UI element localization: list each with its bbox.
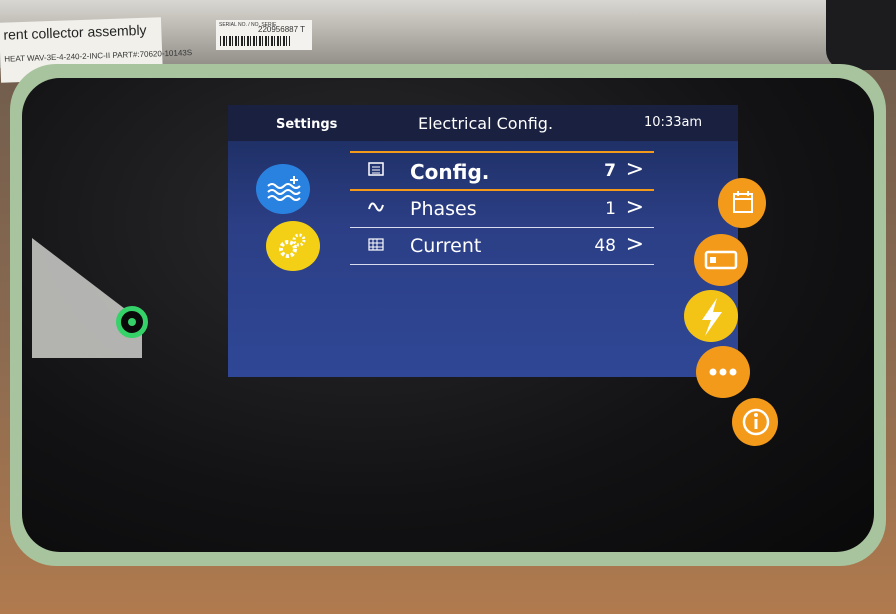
lightning-bolt-icon [702, 298, 722, 336]
chevron-right-icon: > [625, 157, 644, 182]
current-value: 48 [594, 236, 616, 256]
config-label: Config. [410, 160, 490, 184]
serial-tag: SERIAL NO. / NO. SERIE 220956887 T [216, 20, 312, 50]
info-icon [742, 408, 770, 436]
config-list-icon [368, 162, 384, 176]
power-button[interactable] [116, 306, 148, 338]
calendar-button[interactable] [718, 178, 766, 228]
chevron-right-icon: > [625, 195, 644, 220]
page-title: Electrical Config. [418, 114, 554, 133]
config-value: 7 [604, 161, 616, 181]
settings-gear-button[interactable] [266, 221, 320, 271]
display-screen: Settings Electrical Config. 10:33am Conf… [228, 105, 738, 377]
phases-label: Phases [410, 198, 477, 220]
gear-icon [279, 233, 306, 258]
list-item-phases[interactable]: Phases 1 > [350, 191, 654, 228]
battery-icon [704, 250, 738, 270]
settings-list: Config. 7 > Phases 1 > Current 48 > [350, 151, 654, 265]
power-indicator-icon [128, 318, 136, 326]
electrical-button[interactable] [684, 290, 738, 342]
serial-number: 220956887 T [258, 25, 306, 34]
phases-value: 1 [605, 199, 616, 219]
battery-button[interactable] [694, 234, 748, 286]
current-label: Current [410, 235, 482, 257]
chevron-right-icon: > [625, 232, 644, 257]
current-meter-icon [368, 238, 384, 251]
info-button[interactable] [732, 398, 778, 446]
list-item-config[interactable]: Config. 7 > [350, 151, 654, 191]
water-heater-icon [267, 176, 301, 201]
calendar-icon [733, 191, 753, 213]
sine-wave-icon [368, 202, 384, 212]
settings-breadcrumb[interactable]: Settings [276, 117, 337, 132]
sticker-title: rent collector assembly [3, 21, 147, 43]
background-fitting [826, 0, 896, 70]
more-button[interactable] [696, 346, 750, 398]
water-heater-button[interactable] [256, 164, 310, 214]
barcode [220, 36, 290, 46]
more-icon [709, 368, 737, 376]
glass-reflection [32, 238, 142, 358]
list-item-current[interactable]: Current 48 > [350, 228, 654, 265]
clock: 10:33am [644, 115, 703, 130]
